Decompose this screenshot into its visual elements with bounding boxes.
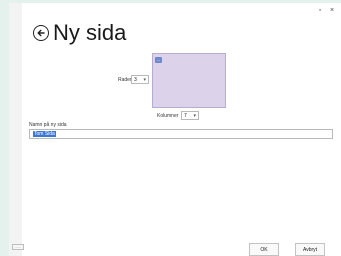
page-title: Ny sida xyxy=(53,20,127,45)
page-name-input[interactable]: Tom Sida xyxy=(29,129,333,139)
back-arrow-icon[interactable] xyxy=(33,25,49,41)
columns-label: Kolumner xyxy=(157,113,179,119)
resize-handle-button[interactable]: ⋯⋯ xyxy=(12,244,24,250)
page-name-value: Tom Sida xyxy=(33,131,56,137)
rows-select[interactable]: 3 ▾ xyxy=(131,75,149,84)
page-name-label: Namn på ny sida xyxy=(29,122,67,128)
minimize-icon[interactable]: ▫ xyxy=(315,7,325,15)
columns-select[interactable]: 7 ▾ xyxy=(181,111,199,120)
close-icon[interactable]: × xyxy=(327,7,337,15)
grid-preview: ↔ xyxy=(152,53,226,108)
columns-value: 7 xyxy=(184,112,187,119)
rows-value: 3 xyxy=(134,76,137,83)
chevron-down-icon: ▾ xyxy=(193,112,196,119)
page-header: Ny sida xyxy=(33,20,126,46)
layout-icon[interactable]: ↔ xyxy=(155,57,162,63)
left-strip xyxy=(9,3,22,256)
cancel-button[interactable]: Avbryt xyxy=(295,243,325,256)
new-page-dialog: ▫ × Ny sida Rader 3 ▾ ↔ Kolumner 7 ▾ Nam… xyxy=(9,3,341,256)
rows-label: Rader xyxy=(118,77,132,83)
ok-button[interactable]: OK xyxy=(249,243,279,256)
chevron-down-icon: ▾ xyxy=(143,76,146,83)
